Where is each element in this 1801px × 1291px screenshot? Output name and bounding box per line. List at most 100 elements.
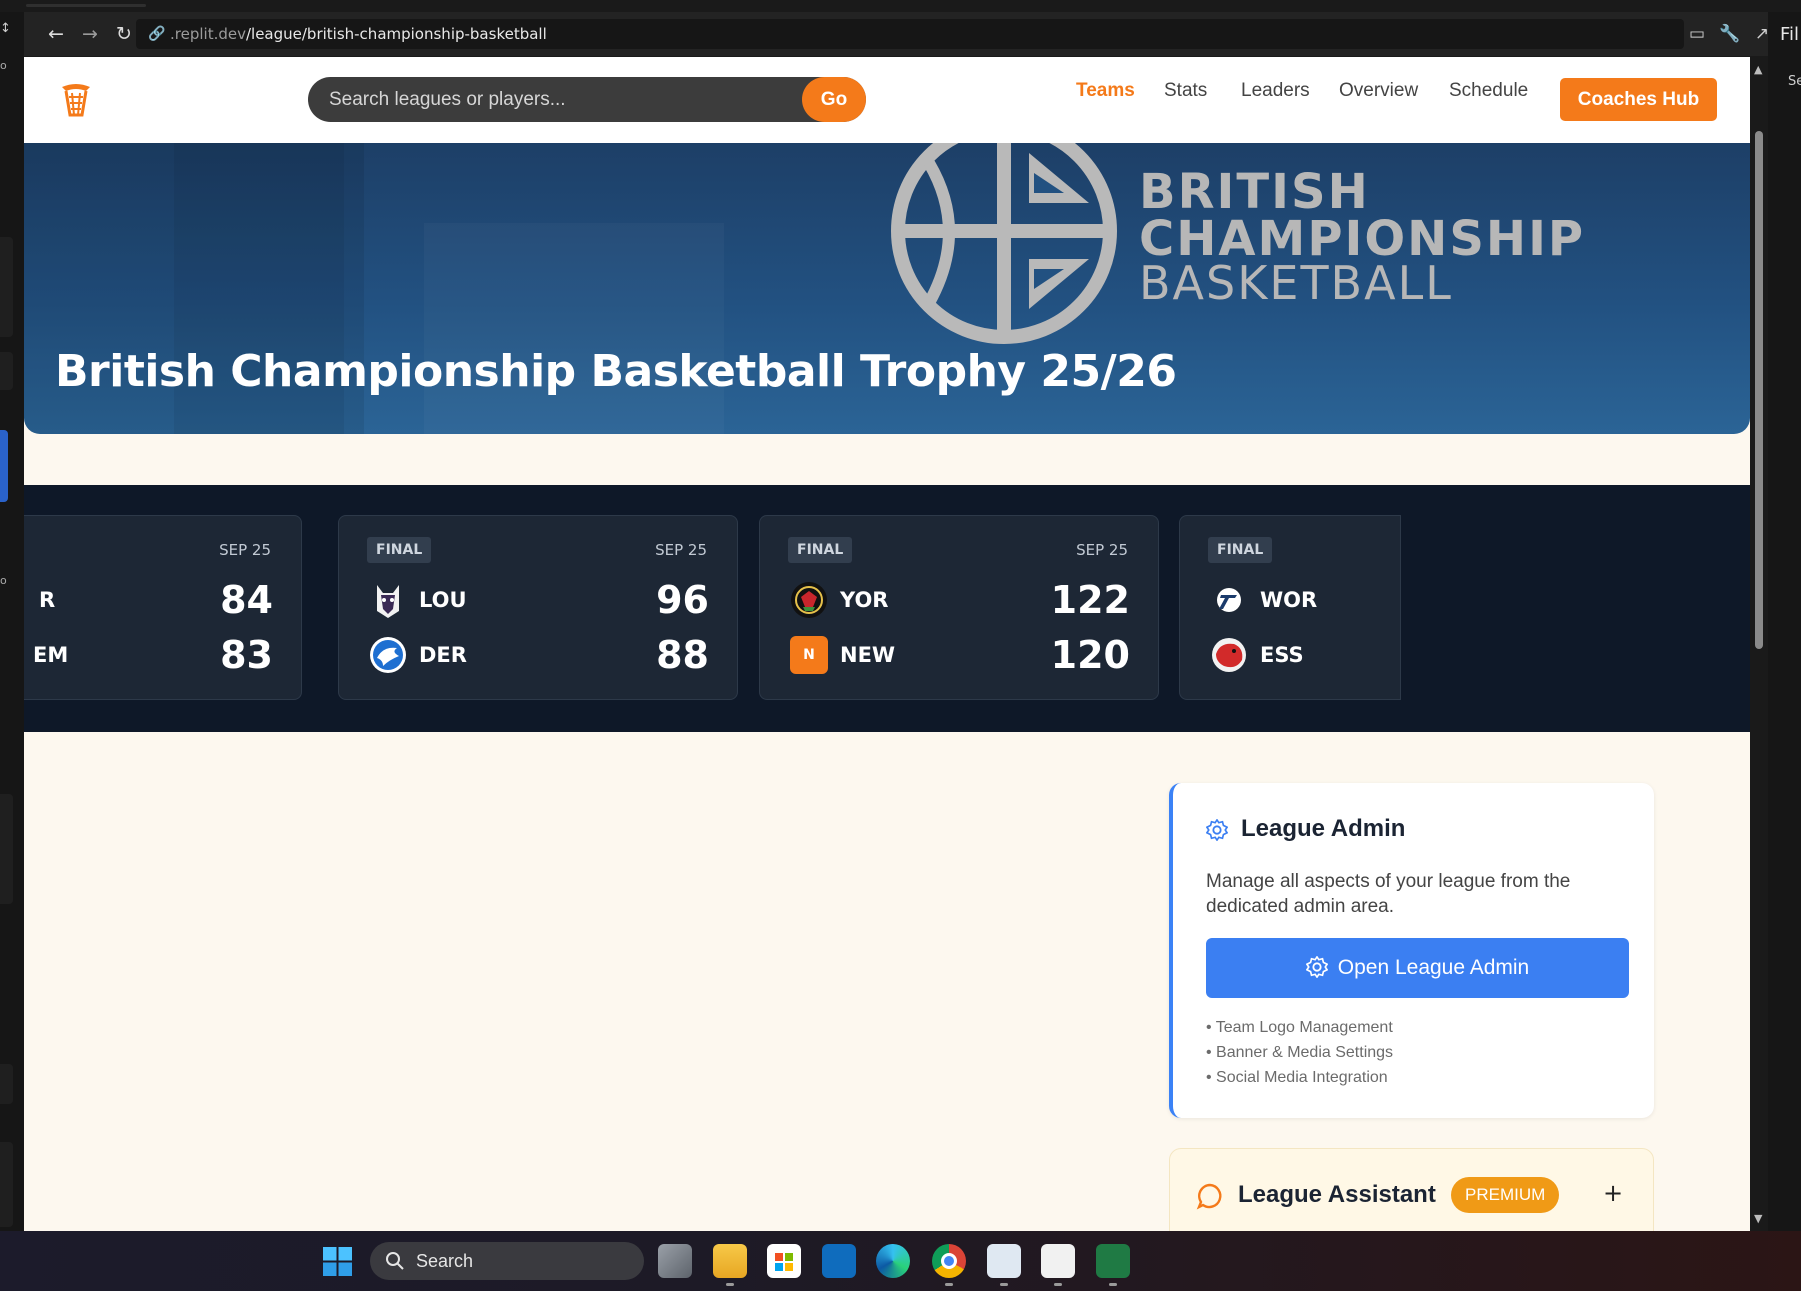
team-score: 88 [656,633,709,677]
browser-toolbar: ← → ↻ 🔗 .replit.dev/league/british-champ… [24,12,1769,57]
league-admin-description: Manage all aspects of your league from t… [1206,871,1571,917]
team-row: LOU 96 [369,579,709,621]
team-abbr: LOU [419,588,467,612]
league-title: British Championship Basketball Trophy 2… [55,346,1177,397]
final-badge: FINAL [367,537,432,563]
side-panel-label: Fil [1780,24,1800,45]
coaches-hub-button[interactable]: Coaches Hub [1560,78,1717,121]
running-indicator [1000,1283,1008,1286]
taskbar-search-label: Search [416,1251,474,1271]
team-row: EM 83 [24,634,273,676]
chat-bubble-icon [1196,1183,1222,1210]
side-letter: o [0,59,7,72]
team-score: 84 [220,578,273,622]
store-icon[interactable] [767,1244,801,1278]
edge-icon[interactable] [876,1244,910,1278]
nav-link-schedule[interactable]: Schedule [1449,78,1528,104]
sidebar-toggle-icon[interactable]: ↕ [0,22,11,35]
nav-link-overview[interactable]: Overview [1339,78,1418,104]
running-indicator [1054,1283,1062,1286]
game-card[interactable]: SEP 25 R 84 EM 83 [24,515,302,700]
monitor-app-icon[interactable] [987,1244,1021,1278]
team-row: R 84 [24,579,273,621]
search-input[interactable] [308,77,802,122]
open-league-admin-button[interactable]: Open League Admin [1206,938,1629,998]
game-card[interactable]: FINAL WOR ESS [1179,515,1401,700]
scroll-thumb[interactable] [1755,131,1763,649]
league-admin-card: League Admin Manage all aspects of your … [1169,783,1654,1118]
expand-plus-icon[interactable]: + [1603,1179,1623,1207]
york-logo-icon [791,582,827,618]
running-indicator [1109,1283,1117,1286]
back-icon[interactable]: ← [43,21,69,47]
reload-icon[interactable]: ↻ [111,21,137,47]
snipping-tool-icon[interactable] [1041,1244,1075,1278]
page-scrollbar[interactable]: ▲ ▼ [1750,57,1768,1231]
url-path: /league/british-championship-basketball [245,25,547,43]
site-navbar: Go Teams Stats Leaders Overview Schedule… [24,57,1750,143]
task-view-icon[interactable] [658,1244,692,1278]
worcester-logo-icon [1217,588,1241,612]
team-score: 96 [656,578,709,622]
search-icon [386,1252,404,1270]
game-date: SEP 25 [1076,541,1128,559]
newcastle-logo-icon: N [790,636,828,674]
team-abbr: ESS [1260,643,1304,667]
scroll-down-icon[interactable]: ▼ [1754,1212,1762,1225]
go-button[interactable]: Go [802,77,866,122]
forward-icon[interactable]: → [77,21,103,47]
active-tab-indicator[interactable] [26,4,146,7]
site-logo-icon[interactable] [60,81,92,117]
devices-icon[interactable]: ▭ [1683,21,1711,47]
chrome-icon[interactable] [932,1244,966,1278]
nav-link-teams[interactable]: Teams [1076,78,1135,104]
address-bar[interactable]: 🔗 .replit.dev/league/british-championshi… [136,19,1684,49]
wrench-icon[interactable]: 🔧 [1716,21,1744,47]
team-abbr: DER [419,643,467,667]
link-icon: 🔗 [148,26,166,42]
league-assistant-card: League Assistant PREMIUM + [1169,1148,1654,1231]
gear-icon [1305,956,1328,978]
feature-item: • Banner & Media Settings [1206,1044,1394,1061]
feature-item: • Team Logo Management [1206,1019,1393,1036]
scoreboard-strip: SEP 25 R 84 EM 83 FINAL SEP 25 LOU 96 DE… [24,485,1750,732]
team-score: 120 [1050,633,1130,677]
league-banner: BRITISH CHAMPIONSHIP BASKETBALL British … [24,143,1750,434]
gear-icon [1206,819,1228,841]
os-taskbar: Search [0,1231,1801,1291]
running-indicator [945,1283,953,1286]
open-external-icon[interactable]: ↗ [1748,21,1776,47]
team-row: DER 88 [369,634,709,676]
outlook-icon[interactable] [822,1244,856,1278]
windows-start-icon[interactable] [323,1247,352,1276]
nav-link-leaders[interactable]: Leaders [1241,78,1310,104]
nav-link-stats[interactable]: Stats [1164,78,1207,104]
team-abbr: WOR [1260,588,1318,612]
team-row: N NEW 120 [790,634,1130,676]
bcb-emblem-icon [891,143,1117,344]
scroll-up-icon[interactable]: ▲ [1754,63,1762,76]
team-abbr: NEW [840,643,896,667]
banner-shade [424,223,724,434]
side-panel-block [0,794,13,904]
page-viewport: Go Teams Stats Leaders Overview Schedule… [24,57,1750,1231]
game-date: SEP 25 [219,541,271,559]
site-search: Go [308,77,866,122]
league-admin-title: League Admin [1241,815,1406,842]
game-date: SEP 25 [655,541,707,559]
final-badge: FINAL [1208,537,1273,563]
file-explorer-icon[interactable] [713,1244,747,1278]
taskbar-search[interactable]: Search [370,1242,644,1280]
game-card[interactable]: FINAL SEP 25 LOU 96 DER 88 [338,515,738,700]
team-row: ESS [1210,634,1550,676]
excel-icon[interactable] [1096,1244,1130,1278]
game-card[interactable]: FINAL SEP 25 YOR 122 N NEW 120 [759,515,1159,700]
side-panel-block [0,237,13,337]
side-panel-block [0,1064,13,1104]
essex-logo-icon [1212,638,1246,672]
derby-logo-icon [370,637,406,673]
side-panel-sub: Se [1788,74,1801,89]
team-row: WOR [1210,579,1550,621]
side-panel-block [0,352,13,390]
browser-tab-strip [0,0,1801,12]
